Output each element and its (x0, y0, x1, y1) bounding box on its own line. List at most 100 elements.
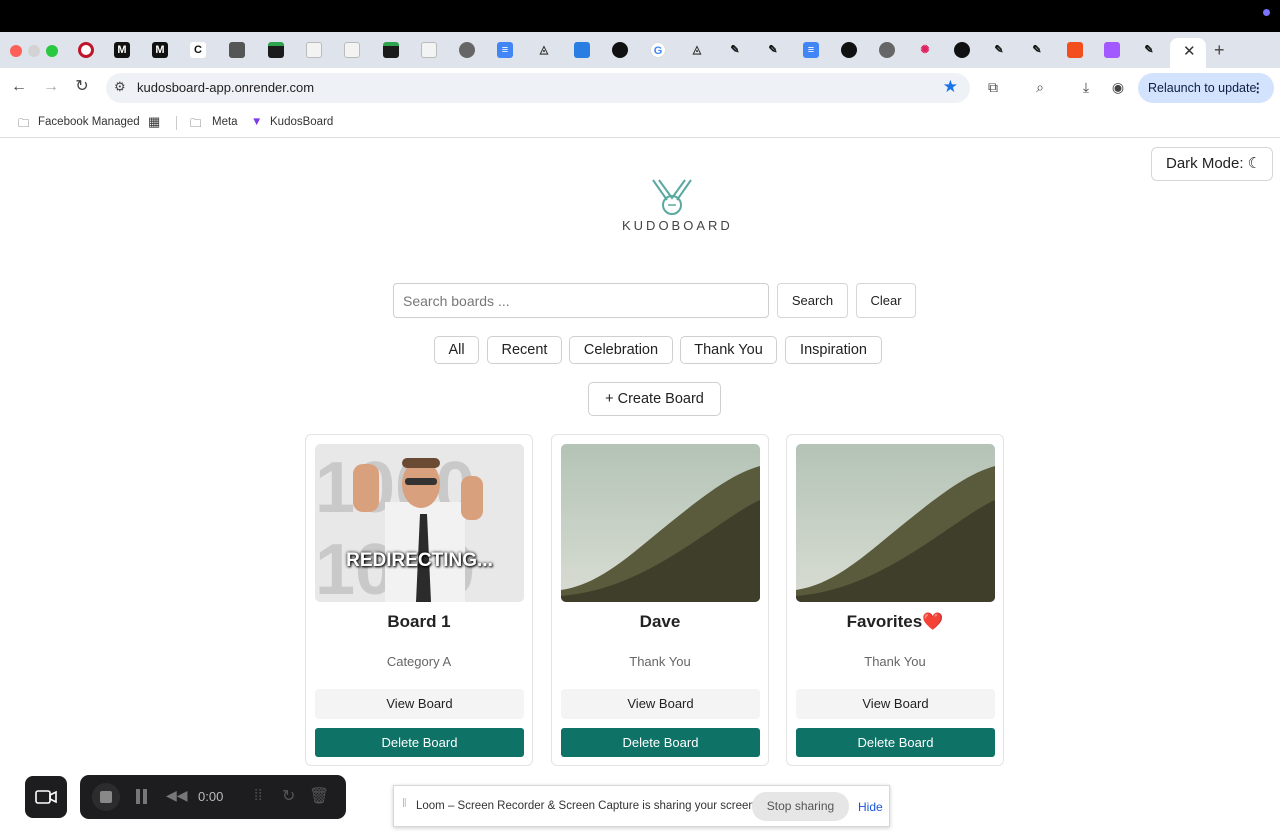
dark-mode-label: Dark Mode: (1166, 155, 1244, 172)
stop-sharing-button[interactable]: Stop sharing (752, 792, 849, 821)
bookmark-facebook-managed[interactable]: Facebook Managed (38, 116, 140, 128)
forward-icon[interactable]: → (40, 76, 62, 98)
github-icon[interactable] (954, 42, 970, 58)
figma-icon[interactable] (1067, 42, 1083, 58)
github-icon[interactable] (841, 42, 857, 58)
minimize-window-button[interactable] (28, 45, 40, 57)
relaunch-button[interactable]: Relaunch to update ⋮ (1138, 73, 1274, 103)
docs-icon[interactable]: ≡ (497, 42, 513, 58)
tab-favicon-icon[interactable] (78, 42, 94, 58)
docs-icon[interactable]: ≡ (803, 42, 819, 58)
apps-grid-icon[interactable]: ▦ (148, 114, 160, 130)
stop-recording-button[interactable] (92, 783, 120, 811)
delete-board-button[interactable]: Delete Board (315, 728, 524, 757)
url-text[interactable]: kudosboard-app.onrender.com (137, 80, 314, 95)
filter-recent[interactable]: Recent (487, 336, 562, 364)
recording-timer: 0:00 (198, 789, 224, 804)
reload-icon[interactable]: ↻ (71, 76, 93, 98)
more-menu-icon[interactable]: ⋮ (1252, 73, 1265, 103)
tab-favicon-icon[interactable] (306, 42, 322, 58)
drag-handle-icon[interactable]: ‖ (402, 798, 407, 810)
dark-mode-toggle[interactable]: Dark Mode: ☾ (1151, 147, 1273, 181)
tab-favicon-icon[interactable]: ✎ (1141, 42, 1157, 58)
delete-board-button[interactable]: Delete Board (796, 728, 995, 757)
tab-favicon-icon[interactable]: M (114, 42, 130, 58)
new-tab-icon[interactable]: + (1214, 40, 1225, 61)
restart-icon[interactable]: ↻ (282, 786, 295, 806)
tab-favicon-icon[interactable] (344, 42, 360, 58)
loom-recording-controls: ◀◀ 0:00 ⁞⁞ ↻ 🗑 (80, 775, 346, 819)
board-title: Board 1 (387, 612, 451, 631)
relaunch-label: Relaunch to update (1148, 81, 1257, 95)
view-board-button[interactable]: View Board (561, 689, 760, 719)
react-icon[interactable]: ✺ (917, 42, 933, 58)
globe-icon[interactable] (879, 42, 895, 58)
search-input[interactable] (393, 283, 769, 318)
bookmark-star-icon[interactable]: ★ (943, 77, 958, 97)
tab-favicon-icon[interactable]: ✎ (727, 42, 743, 58)
rewind-icon[interactable]: ◀◀ (166, 787, 188, 804)
bookmark-meta[interactable]: Meta (212, 116, 238, 128)
board-category: Thank You (629, 654, 691, 669)
trash-icon[interactable]: 🗑 (309, 786, 329, 806)
tab-strip: M M C ≡ ◬ G ◬ ✎ ✎ ≡ ✺ ✎ ✎ ✎ ✕ + (0, 32, 1280, 68)
os-top-bar (0, 0, 1280, 32)
github-icon[interactable] (612, 42, 628, 58)
filter-celebration[interactable]: Celebration (569, 336, 673, 364)
view-board-button[interactable]: View Board (315, 689, 524, 719)
tab-favicon-icon[interactable] (421, 42, 437, 58)
filter-thank-you[interactable]: Thank You (680, 336, 777, 364)
tab-favicon-icon[interactable] (383, 42, 399, 58)
filter-all[interactable]: All (434, 336, 479, 364)
create-board-button[interactable]: + Create Board (588, 382, 721, 416)
address-bar[interactable]: ⚙ kudosboard-app.onrender.com ★ (106, 73, 970, 103)
screen-share-notification: ‖ Loom – Screen Recorder & Screen Captur… (393, 785, 890, 827)
close-tab-icon[interactable]: ✕ (1183, 42, 1196, 60)
delete-board-button[interactable]: Delete Board (561, 728, 760, 757)
pause-icon[interactable] (136, 789, 140, 804)
tab-favicon-icon[interactable]: ✎ (765, 42, 781, 58)
kudosboard-favicon-icon: ▼ (251, 116, 263, 128)
kudoboard-logo: KUDOBOARD (622, 178, 733, 238)
tab-favicon-icon[interactable]: ◬ (536, 42, 552, 58)
board-category: Thank You (864, 654, 926, 669)
stop-icon (100, 791, 112, 803)
bookmark-kudosboard[interactable]: KudosBoard (270, 116, 333, 128)
back-icon[interactable]: ← (8, 76, 30, 98)
download-icon[interactable]: ⤓ (1076, 77, 1096, 97)
tab-favicon-icon[interactable]: ✎ (991, 42, 1007, 58)
board-card: Favorites❤️ Thank You View Board Delete … (786, 434, 1004, 766)
logo-text: KUDOBOARD (622, 218, 733, 233)
tab-search-icon[interactable]: ⌕ (1030, 77, 1050, 97)
tab-favicon-icon[interactable] (268, 42, 284, 58)
maximize-window-button[interactable] (46, 45, 58, 57)
board-image: 1000 1000 REDIRECTING... (315, 444, 524, 602)
hide-link[interactable]: Hide (858, 800, 883, 814)
board-card: Dave Thank You View Board Delete Board (551, 434, 769, 766)
board-card: 1000 1000 REDIRECTING... Board 1 Categor… (305, 434, 533, 766)
close-window-button[interactable] (10, 45, 22, 57)
image-caption: REDIRECTING... (346, 550, 493, 571)
tab-favicon-icon[interactable] (229, 42, 245, 58)
figma-icon[interactable] (1104, 42, 1120, 58)
tab-favicon-icon[interactable]: ✎ (1029, 42, 1045, 58)
grid-icon[interactable]: ⁞⁞ (254, 787, 262, 804)
board-title: Dave (639, 612, 681, 631)
tab-favicon-icon[interactable] (574, 42, 590, 58)
profile-icon[interactable]: ◉ (1108, 77, 1128, 97)
filter-inspiration[interactable]: Inspiration (785, 336, 882, 364)
site-settings-icon[interactable]: ⚙ (114, 79, 126, 95)
globe-icon[interactable] (459, 42, 475, 58)
search-button[interactable]: Search (777, 283, 848, 318)
status-dot-icon (1263, 9, 1270, 16)
loom-camera-button[interactable] (25, 776, 67, 818)
extensions-icon[interactable]: ⧉ (983, 77, 1003, 97)
board-category: Category A (386, 654, 452, 669)
google-icon[interactable]: G (650, 42, 666, 58)
tab-favicon-icon[interactable]: ◬ (689, 42, 705, 58)
tab-favicon-icon[interactable]: M (152, 42, 168, 58)
clear-button[interactable]: Clear (856, 283, 916, 318)
view-board-button[interactable]: View Board (796, 689, 995, 719)
folder-icon: 🗀 (18, 118, 30, 130)
tab-favicon-icon[interactable]: C (190, 42, 206, 58)
